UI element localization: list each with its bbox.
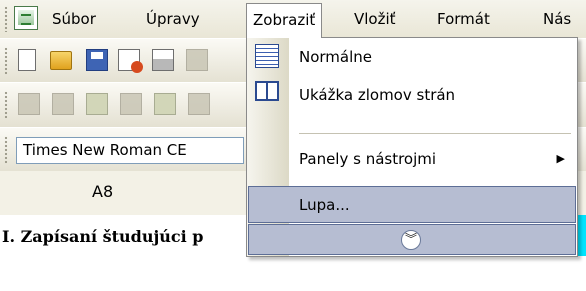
page-break-preview-icon bbox=[255, 81, 279, 101]
menu-item-zoom-label: Lupa... bbox=[299, 196, 350, 214]
menu-item-page-break-label: Ukážka zlomov strán bbox=[299, 86, 456, 104]
view-menu-dropdown: Normálne Ukážka zlomov strán Panely s ná… bbox=[246, 37, 578, 257]
open-folder-icon[interactable] bbox=[50, 51, 72, 70]
hide-comment-icon[interactable] bbox=[120, 93, 142, 115]
show-all-comments-icon[interactable] bbox=[154, 93, 176, 115]
menu-expand-row[interactable]: ︾ bbox=[248, 224, 576, 255]
menubar-grip[interactable] bbox=[4, 6, 8, 32]
cell-text[interactable]: I. Zapísaní študujúci p bbox=[2, 227, 203, 246]
menu-bar: Súbor Úpravy Zobraziť Vložiť Formát Nás bbox=[0, 0, 586, 38]
workbook-icon[interactable] bbox=[14, 6, 38, 30]
menu-separator bbox=[299, 133, 571, 134]
menu-edit[interactable]: Úpravy bbox=[140, 4, 206, 34]
menu-item-normal-label: Normálne bbox=[299, 48, 373, 66]
font-name-combobox[interactable]: Times New Roman CE bbox=[16, 137, 244, 164]
save-icon[interactable] bbox=[86, 49, 108, 71]
menu-item-zoom[interactable]: Lupa... bbox=[289, 186, 577, 224]
menu-item-page-break-preview[interactable]: Ukážka zlomov strán bbox=[289, 76, 577, 114]
toolbar-grip[interactable] bbox=[4, 91, 8, 119]
menu-item-normal[interactable]: Normálne bbox=[289, 38, 577, 76]
previous-comment-icon[interactable] bbox=[18, 93, 40, 115]
toolbar-grip[interactable] bbox=[4, 136, 8, 164]
menu-item-toolbars-label: Panely s nástrojmi bbox=[299, 150, 437, 168]
menu-file-label: Súbor bbox=[52, 10, 96, 28]
name-box[interactable]: A8 bbox=[92, 182, 113, 201]
menu-file[interactable]: Súbor bbox=[46, 4, 102, 34]
submenu-arrow-icon: ▶ bbox=[556, 152, 565, 165]
menu-view-label: Zobraziť bbox=[253, 11, 316, 29]
menu-tools[interactable]: Nás bbox=[537, 4, 577, 34]
print-preview-icon[interactable] bbox=[186, 49, 208, 71]
menu-item-toolbars[interactable]: Panely s nástrojmi ▶ bbox=[289, 140, 577, 178]
menu-format-label: Formát bbox=[437, 10, 490, 28]
next-comment-icon[interactable] bbox=[52, 93, 74, 115]
permission-icon[interactable] bbox=[118, 49, 143, 73]
menu-insert[interactable]: Vložiť bbox=[348, 4, 402, 34]
toolbar-grip[interactable] bbox=[4, 47, 8, 75]
menu-tools-label: Nás bbox=[543, 10, 572, 28]
print-icon[interactable] bbox=[152, 49, 174, 71]
menu-insert-label: Vložiť bbox=[354, 10, 396, 28]
menu-format[interactable]: Formát bbox=[431, 4, 496, 34]
double-chevron-down-icon[interactable]: ︾ bbox=[401, 230, 421, 250]
normal-view-icon bbox=[255, 44, 279, 68]
new-document-icon[interactable] bbox=[18, 49, 36, 71]
show-comment-icon[interactable] bbox=[86, 93, 108, 115]
menu-edit-label: Úpravy bbox=[146, 10, 200, 28]
font-name-value: Times New Roman CE bbox=[23, 141, 187, 159]
menu-view[interactable]: Zobraziť bbox=[246, 3, 323, 38]
delete-comment-icon[interactable] bbox=[188, 93, 210, 115]
